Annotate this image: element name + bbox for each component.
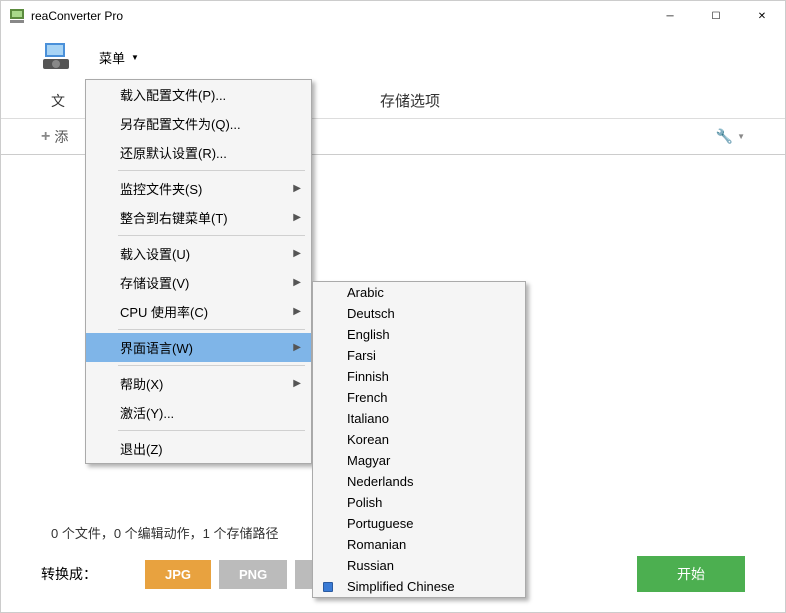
start-button[interactable]: 开始 bbox=[637, 556, 745, 592]
language-label: Romanian bbox=[347, 537, 406, 552]
chevron-right-icon: ▶ bbox=[293, 378, 301, 389]
menu-item-label: 载入设置(U) bbox=[120, 244, 190, 263]
language-item[interactable]: French bbox=[313, 387, 525, 408]
menu-separator bbox=[118, 365, 305, 366]
close-button[interactable]: ✕ bbox=[739, 1, 785, 31]
main-menu-dropdown: 载入配置文件(P)... 另存配置文件为(Q)... 还原默认设置(R)... 监控文… bbox=[85, 79, 312, 464]
language-label: Magyar bbox=[347, 453, 390, 468]
language-item[interactable]: Korean bbox=[313, 429, 525, 450]
language-item[interactable]: Finnish bbox=[313, 366, 525, 387]
toolbar: 菜单 ▼ bbox=[1, 31, 785, 83]
menu-item[interactable]: 界面语言(W) ▶ bbox=[86, 333, 311, 362]
chevron-right-icon: ▶ bbox=[293, 277, 301, 288]
language-item[interactable]: Farsi bbox=[313, 345, 525, 366]
menu-item[interactable]: 帮助(X) ▶ bbox=[86, 369, 311, 398]
menu-item-label: 退出(Z) bbox=[120, 439, 163, 458]
language-label: Russian bbox=[347, 558, 394, 573]
menu-button-label: 菜单 bbox=[99, 48, 125, 67]
menu-item[interactable]: 另存配置文件为(Q)... bbox=[86, 109, 311, 138]
language-label: Korean bbox=[347, 432, 389, 447]
language-label: English bbox=[347, 327, 390, 342]
menu-item-label: 存储设置(V) bbox=[120, 273, 189, 292]
menu-separator bbox=[118, 430, 305, 431]
window-controls: ─ ☐ ✕ bbox=[647, 1, 785, 31]
language-item[interactable]: Portuguese bbox=[313, 513, 525, 534]
dropdown-arrow-icon: ▼ bbox=[131, 53, 139, 62]
language-label: Italiano bbox=[347, 411, 389, 426]
menu-item-label: 界面语言(W) bbox=[120, 338, 193, 357]
language-item[interactable]: Simplified Chinese bbox=[313, 576, 525, 597]
convert-to-label: 转换成： bbox=[41, 564, 97, 584]
add-label: 添 bbox=[54, 127, 68, 147]
menu-item[interactable]: 退出(Z) bbox=[86, 434, 311, 463]
language-item[interactable]: Romanian bbox=[313, 534, 525, 555]
language-item[interactable]: English bbox=[313, 324, 525, 345]
chevron-right-icon: ▶ bbox=[293, 248, 301, 259]
menu-item[interactable]: CPU 使用率(C) ▶ bbox=[86, 297, 311, 326]
menu-item-label: 整合到右键菜单(T) bbox=[120, 208, 228, 227]
app-icon bbox=[9, 8, 25, 24]
language-label: Deutsch bbox=[347, 306, 395, 321]
language-label: Farsi bbox=[347, 348, 376, 363]
language-item[interactable]: Arabic bbox=[313, 282, 525, 303]
app-logo-icon bbox=[41, 41, 73, 73]
format-png-button[interactable]: PNG bbox=[219, 560, 287, 589]
menu-item-label: 载入配置文件(P)... bbox=[120, 85, 226, 104]
plus-icon: + bbox=[41, 128, 50, 146]
dropdown-arrow-icon: ▼ bbox=[737, 132, 745, 141]
status-text: 0 个文件，0 个编辑动作，1 个存储路径 bbox=[51, 523, 279, 542]
menu-item[interactable]: 存储设置(V) ▶ bbox=[86, 268, 311, 297]
add-button[interactable]: + 添 bbox=[41, 127, 68, 147]
wrench-icon: 🔧 bbox=[716, 128, 733, 145]
menu-item-label: 帮助(X) bbox=[120, 374, 163, 393]
language-label: Arabic bbox=[347, 285, 384, 300]
language-item[interactable]: Polish bbox=[313, 492, 525, 513]
menu-separator bbox=[118, 235, 305, 236]
menu-item-label: 还原默认设置(R)... bbox=[120, 143, 227, 162]
menu-separator bbox=[118, 329, 305, 330]
maximize-button[interactable]: ☐ bbox=[693, 1, 739, 31]
menu-item-label: CPU 使用率(C) bbox=[120, 302, 208, 321]
language-item[interactable]: Deutsch bbox=[313, 303, 525, 324]
format-jpg-button[interactable]: JPG bbox=[145, 560, 211, 589]
window-title: reaConverter Pro bbox=[31, 9, 647, 23]
menu-item[interactable]: 整合到右键菜单(T) ▶ bbox=[86, 203, 311, 232]
language-item[interactable]: Magyar bbox=[313, 450, 525, 471]
language-label: Polish bbox=[347, 495, 382, 510]
menu-item[interactable]: 载入配置文件(P)... bbox=[86, 80, 311, 109]
settings-button[interactable]: 🔧 ▼ bbox=[716, 128, 745, 145]
menu-item[interactable]: 载入设置(U) ▶ bbox=[86, 239, 311, 268]
language-item[interactable]: Nederlands bbox=[313, 471, 525, 492]
chevron-right-icon: ▶ bbox=[293, 183, 301, 194]
tab-files-partial[interactable]: 文 bbox=[41, 83, 75, 119]
language-submenu: Arabic Deutsch English Farsi Finnish French It… bbox=[312, 281, 526, 598]
menu-item[interactable]: 激活(Y)... bbox=[86, 398, 311, 427]
language-label: Portuguese bbox=[347, 516, 414, 531]
language-item[interactable]: Italiano bbox=[313, 408, 525, 429]
menu-item-label: 另存配置文件为(Q)... bbox=[120, 114, 241, 133]
language-label: French bbox=[347, 390, 387, 405]
menu-item[interactable]: 还原默认设置(R)... bbox=[86, 138, 311, 167]
language-label: Finnish bbox=[347, 369, 389, 384]
language-label: Nederlands bbox=[347, 474, 414, 489]
minimize-button[interactable]: ─ bbox=[647, 1, 693, 31]
chevron-right-icon: ▶ bbox=[293, 212, 301, 223]
menu-item[interactable]: 监控文件夹(S) ▶ bbox=[86, 174, 311, 203]
chevron-right-icon: ▶ bbox=[293, 306, 301, 317]
menu-separator bbox=[118, 170, 305, 171]
menu-item-label: 激活(Y)... bbox=[120, 403, 174, 422]
menu-button[interactable]: 菜单 ▼ bbox=[89, 44, 149, 71]
titlebar: reaConverter Pro ─ ☐ ✕ bbox=[1, 1, 785, 31]
language-label: Simplified Chinese bbox=[347, 579, 455, 594]
language-item[interactable]: Russian bbox=[313, 555, 525, 576]
chevron-right-icon: ▶ bbox=[293, 342, 301, 353]
menu-item-label: 监控文件夹(S) bbox=[120, 179, 202, 198]
